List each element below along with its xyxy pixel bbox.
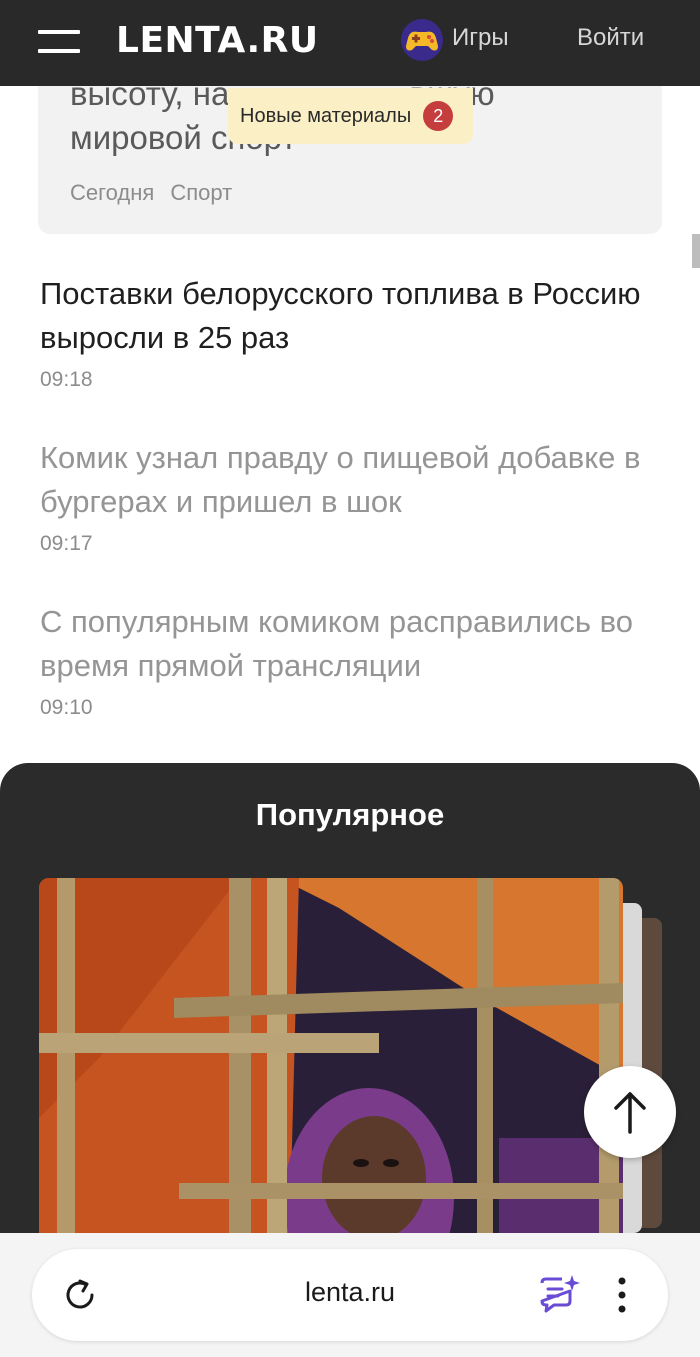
- news-item[interactable]: Поставки белорусского топлива в Россию в…: [40, 272, 670, 392]
- top-card-category[interactable]: Спорт: [170, 180, 232, 205]
- top-news-card[interactable]: высоту, навшую мировой спорт СегодняСпор…: [38, 60, 662, 234]
- popular-photo-image: [39, 878, 623, 1258]
- news-time: 09:18: [40, 368, 93, 391]
- scrollbar-thumb[interactable]: [692, 234, 700, 268]
- news-time: 09:17: [40, 532, 93, 555]
- news-item[interactable]: Комик узнал правду о пищевой добавке в б…: [40, 436, 670, 556]
- popular-photo[interactable]: [39, 878, 623, 1258]
- login-button[interactable]: Войти: [577, 24, 644, 52]
- popular-title: Популярное: [255, 797, 445, 832]
- more-vertical-icon[interactable]: [612, 1275, 632, 1315]
- games-link[interactable]: Игры: [400, 18, 509, 62]
- news-title: Поставки белорусского топлива в Россию в…: [40, 276, 641, 355]
- site-logo[interactable]: LENTA.RU: [116, 20, 319, 61]
- site-header: LENTA.RU Игры Войти: [0, 0, 700, 86]
- new-materials-button[interactable]: Новые материалы 2: [228, 88, 473, 144]
- top-card-date: Сегодня: [70, 180, 155, 205]
- games-label: Игры: [452, 24, 509, 51]
- scroll-to-top-button[interactable]: [584, 1066, 676, 1158]
- top-card-meta: Сегодня Спорт: [70, 180, 232, 206]
- news-title: Комик узнал правду о пищевой добавке в б…: [40, 440, 641, 519]
- gamepad-icon: [401, 19, 443, 61]
- new-materials-count-badge: 2: [423, 101, 454, 131]
- new-materials-label: Новые материалы: [240, 104, 412, 127]
- news-time: 09:10: [40, 696, 93, 719]
- address-bar[interactable]: lenta.ru: [32, 1249, 668, 1341]
- ai-chat-icon[interactable]: [536, 1273, 580, 1317]
- news-item[interactable]: С популярным комиком расправились во вре…: [40, 600, 670, 720]
- burger-menu-icon[interactable]: [38, 30, 80, 54]
- news-title: С популярным комиком расправились во вре…: [40, 604, 633, 683]
- browser-bottom-bar: lenta.ru: [0, 1233, 700, 1357]
- arrow-up-icon: [614, 1092, 646, 1134]
